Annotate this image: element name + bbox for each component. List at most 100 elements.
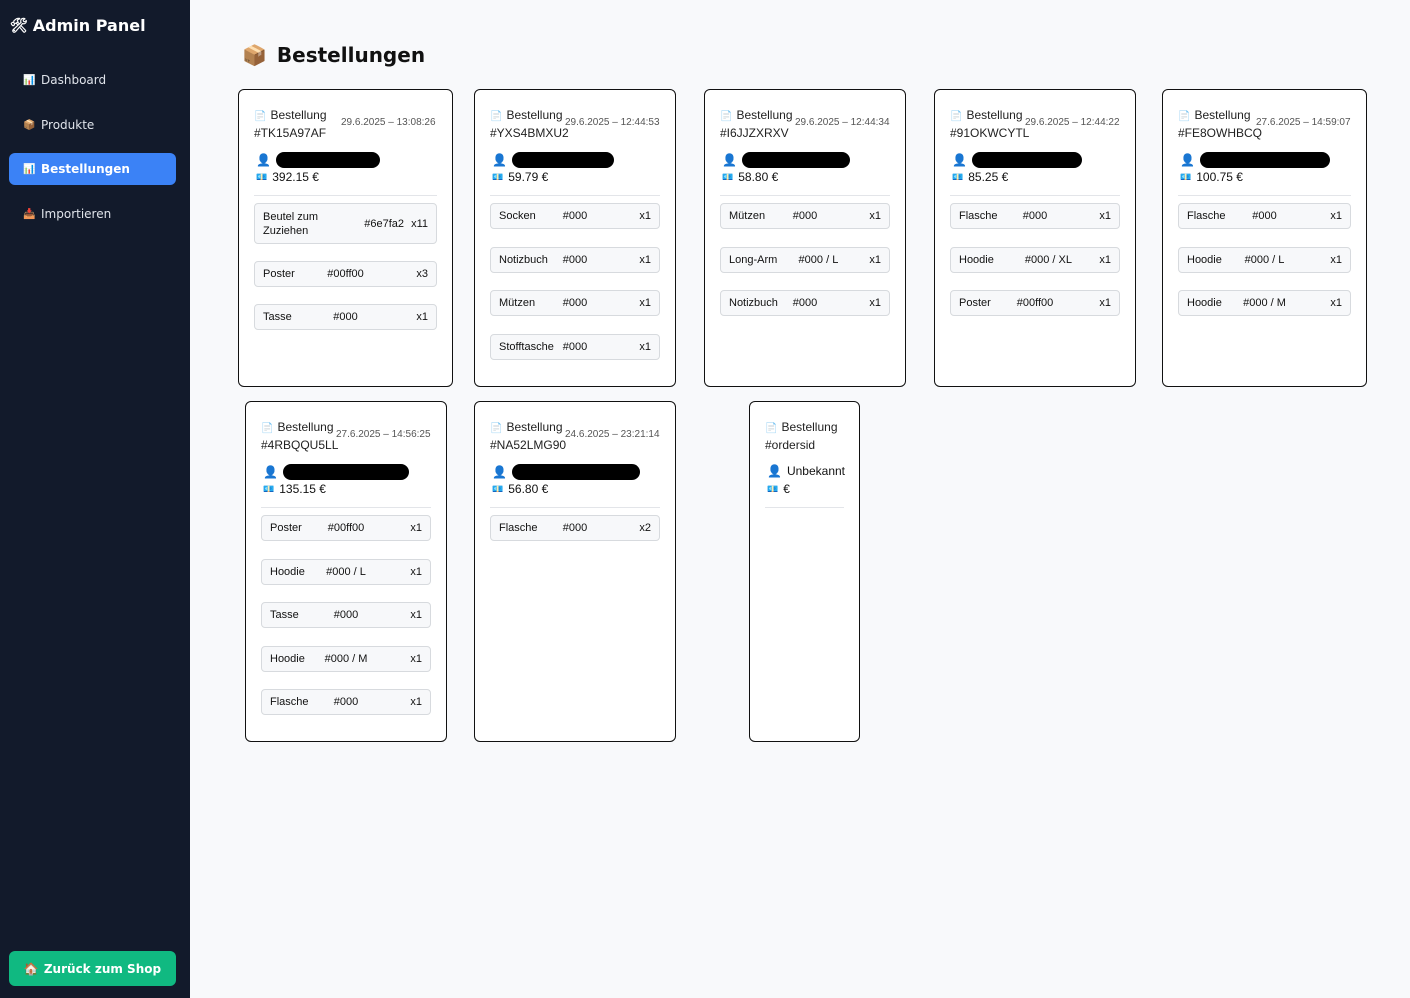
item-name: Beutel zum Zuziehen [263,210,319,237]
item-name: Mützen [729,210,766,222]
order-total: 💶 135.15 € [263,482,326,496]
order-item: Flasche #000 x1 [261,689,431,715]
sidebar-item-label: Produkte [41,118,95,132]
item-qty: x1 [869,254,881,266]
item-color: #00ff00 [1016,297,1054,309]
item-qty: x1 [639,254,651,266]
sidebar-item-label: Bestellungen [41,162,130,176]
order-total-value: 59.79 € [508,170,549,184]
item-qty: x1 [410,566,422,578]
item-name: Flasche [1187,210,1226,222]
item-name: Poster [263,268,295,280]
redacted-name [282,464,409,480]
order-item: Mützen #000 x1 [490,290,660,316]
order-card[interactable]: 📄 Bestellung #TK15A97AF 29.6.2025 – 13:08:… [238,89,453,387]
item-name: Hoodie [1187,254,1222,266]
order-id: #91OKWCYTL [950,126,1030,140]
order-header: 📄 Bestellung #ordersid [765,419,838,454]
item-qty: x1 [869,210,881,222]
item-color: #000 [562,522,588,534]
chart-icon: 📊 [23,163,36,175]
item-qty: x1 [1099,297,1111,309]
item-color: #000 [333,609,359,621]
sidebar: 🛠 Admin Panel 📊 Dashboard 📦 Produkte 📊 B… [0,0,190,998]
sidebar-item-label: Importieren [41,207,112,221]
item-qty: x1 [410,653,422,665]
order-item: Long-Arm #000 / L x1 [720,247,890,273]
order-card[interactable]: 📄 Bestellung #FE8OWHBCQ 27.6.2025 – 14:59:… [1162,89,1367,387]
item-name: Hoodie [270,653,305,665]
order-id: #I6JJZXRXV [720,126,789,140]
order-card[interactable]: 📄 Bestellung #YXS4BMXU2 29.6.2025 – 12:44:… [474,89,676,387]
order-date: 27.6.2025 – 14:59:07 [1256,117,1351,128]
sidebar-item-produkte[interactable]: 📦 Produkte [9,109,176,141]
order-id: #ordersid [765,438,816,452]
item-name: Mützen [499,297,536,309]
sidebar-item-bestellungen[interactable]: 📊 Bestellungen [9,153,176,185]
order-id: #4RBQQU5LL [261,438,339,452]
order-total: 💶 € [767,482,790,496]
document-icon: 📄 [254,111,267,122]
order-total-value: 100.75 € [1196,170,1243,184]
money-icon: 💶 [952,171,964,182]
item-qty: x11 [411,217,428,230]
item-qty: x1 [410,522,422,534]
item-qty: x1 [410,696,422,708]
divider [490,507,660,508]
money-icon: 💶 [767,483,779,494]
order-card[interactable]: 📄 Bestellung #4RBQQU5LL 27.6.2025 – 14:56:… [245,401,447,742]
item-color: #000 [562,341,588,353]
item-color: #000 [562,254,588,266]
order-date: 29.6.2025 – 13:08:26 [341,117,436,128]
order-label: Bestellung [781,420,838,434]
document-icon: 📄 [1178,111,1191,122]
divider [765,507,844,508]
user-icon: 👤 [1180,153,1195,167]
item-name: Socken [499,210,536,222]
divider [254,195,437,196]
redacted-name [1199,152,1330,168]
user-icon: 👤 [263,465,278,479]
user-icon: 👤 [492,153,507,167]
item-name: Flasche [270,696,309,708]
item-qty: x1 [416,311,428,323]
order-total: 💶 56.80 € [492,482,548,496]
sidebar-item-dashboard[interactable]: 📊 Dashboard [9,64,176,96]
order-card[interactable]: 📄 Bestellung #91OKWCYTL 29.6.2025 – 12:44:… [934,89,1136,387]
divider [261,507,431,508]
order-item: Hoodie #000 / XL x1 [950,247,1120,273]
order-item: Beutel zum Zuziehen #6e7fa2 x11 [254,203,437,244]
brand-title: Admin Panel [32,16,146,35]
order-customer: 👤 [952,152,1082,168]
user-icon: 👤 [256,153,271,167]
order-item: Notizbuch #000 x1 [720,290,890,316]
order-label: Bestellung [736,108,793,122]
order-total-value: 135.15 € [279,482,326,496]
item-qty: x1 [410,609,422,621]
order-label: Bestellung [506,108,563,122]
order-date: 24.6.2025 – 23:21:14 [565,429,660,440]
user-icon: 👤 [952,153,967,167]
order-label: Bestellung [506,420,563,434]
back-to-shop-button[interactable]: 🏠 Zurück zum Shop [9,951,176,986]
order-card[interactable]: 📄 Bestellung #ordersid 👤 Unbekannt 💶 € [749,401,860,742]
item-name: Flasche [499,522,538,534]
item-color: #000 / L [1244,254,1285,266]
order-customer: 👤 [256,152,380,168]
order-card[interactable]: 📄 Bestellung #NA52LMG90 24.6.2025 – 23:21:… [474,401,676,742]
item-color: #000 [562,297,588,309]
order-card[interactable]: 📄 Bestellung #I6JJZXRXV 29.6.2025 – 12:44:… [704,89,906,387]
order-item: Hoodie #000 / L x1 [261,559,431,585]
item-name: Notizbuch [499,254,548,266]
order-item: Flasche #000 x1 [950,203,1120,229]
order-date: 29.6.2025 – 12:44:53 [565,117,660,128]
item-name: Hoodie [959,254,994,266]
user-icon: 👤 [492,465,507,479]
sidebar-item-importieren[interactable]: 📥 Importieren [9,198,176,230]
order-total: 💶 58.80 € [722,170,778,184]
item-color: #000 [792,297,818,309]
item-color: #000 [333,696,359,708]
item-name: Hoodie [1187,297,1222,309]
order-total-value: 58.80 € [738,170,779,184]
order-total: 💶 392.15 € [256,170,319,184]
